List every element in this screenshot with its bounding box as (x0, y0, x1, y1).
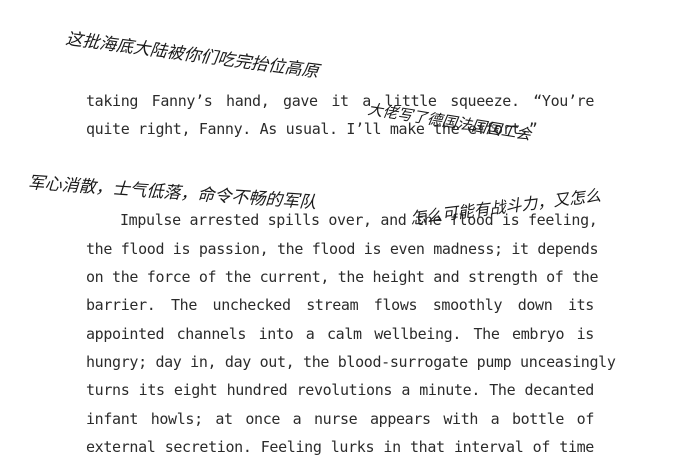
text-line-9: turns its eight hundred revolutions a mi… (86, 381, 594, 399)
text-line-8: hungry; day in, day out, the blood-surro… (86, 353, 616, 371)
text-line-5: on the force of the current, the height … (86, 268, 599, 286)
text-line-10: infant howls; at once a nurse appears wi… (86, 410, 594, 428)
text-line-4: the flood is passion, the flood is even … (86, 240, 599, 258)
text-line-1: taking Fanny’s hand, gave it a little sq… (86, 92, 594, 110)
handwritten-note-3: 军心消散，士气低落，命令不畅的军队 (27, 173, 317, 214)
handwritten-note-1: 这批海底大陆被你们吃完抬位高原 (64, 29, 320, 83)
text-line-7: appointed channels into a calm wellbeing… (86, 325, 594, 343)
text-line-6: barrier. The unchecked stream flows smoo… (86, 296, 594, 314)
document-page: 这批海底大陆被你们吃完抬位高原 taking Fanny’s hand, gav… (0, 0, 680, 467)
text-line-11: external secretion. Feeling lurks in tha… (86, 438, 594, 456)
